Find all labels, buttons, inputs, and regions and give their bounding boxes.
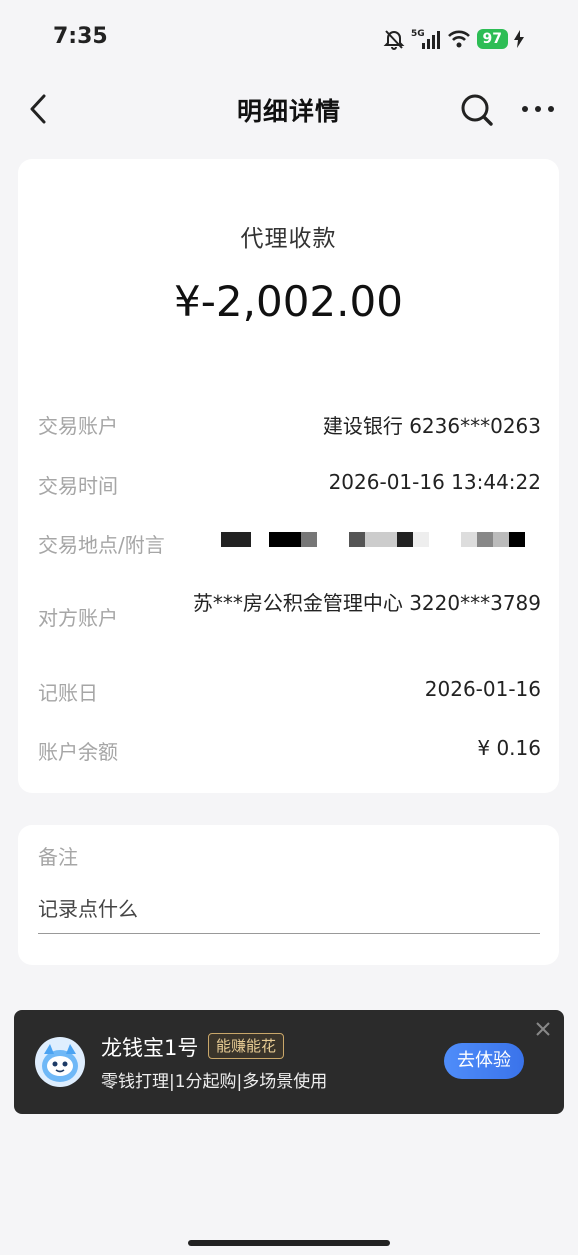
mascot-avatar-icon [35, 1037, 85, 1087]
battery-icon: 97 [476, 29, 508, 49]
redacted-value [221, 529, 541, 549]
more-icon [522, 106, 554, 112]
close-icon[interactable] [534, 1020, 552, 1038]
promo-banner[interactable]: 龙钱宝1号 能赚能花 零钱打理|1分起购|多场景使用 去体验 [14, 1010, 564, 1114]
network-label: 5G [411, 29, 425, 39]
row-label: 交易账户 [38, 414, 118, 438]
row-value: 2026-01-16 13:44:22 [328, 470, 541, 494]
promo-title: 龙钱宝1号 [101, 1036, 199, 1060]
row-value: 苏***房公积金管理中心 3220***3789 [192, 591, 541, 615]
bell-muted-icon [383, 30, 404, 50]
status-bar: 7:35 5G 97 [0, 0, 578, 72]
row-value: ¥ 0.16 [477, 736, 541, 760]
row-label: 账户余额 [38, 740, 118, 764]
home-indicator[interactable] [188, 1240, 390, 1246]
transaction-detail-card: 代理收款 ¥-2,002.00 交易账户 建设银行 6236***0263 交易… [18, 159, 559, 793]
search-icon [461, 94, 493, 126]
search-button[interactable] [458, 91, 496, 129]
status-icons: 5G 97 [383, 27, 524, 51]
charging-icon [514, 30, 524, 48]
promo-try-button[interactable]: 去体验 [444, 1043, 524, 1079]
navbar: 明细详情 [0, 78, 578, 140]
note-label: 备注 [38, 845, 78, 869]
row-label: 记账日 [38, 681, 98, 705]
more-button[interactable] [518, 94, 558, 124]
status-time: 7:35 [53, 24, 108, 49]
row-value: 建设银行 6236***0263 [322, 414, 541, 438]
note-input[interactable] [38, 885, 540, 934]
wifi-icon [447, 30, 470, 48]
row-label: 交易时间 [38, 474, 118, 498]
transaction-type: 代理收款 [240, 226, 337, 252]
row-value: 2026-01-16 [424, 677, 541, 701]
row-label: 对方账户 [38, 606, 118, 630]
promo-subtitle: 零钱打理|1分起购|多场景使用 [101, 1072, 328, 1092]
promo-badge: 能赚能花 [208, 1033, 285, 1059]
transaction-amount: ¥-2,002.00 [174, 277, 403, 326]
signal-icon: 5G [411, 29, 440, 49]
row-label: 交易地点/附言 [38, 533, 165, 557]
note-card: 备注 [18, 825, 559, 965]
